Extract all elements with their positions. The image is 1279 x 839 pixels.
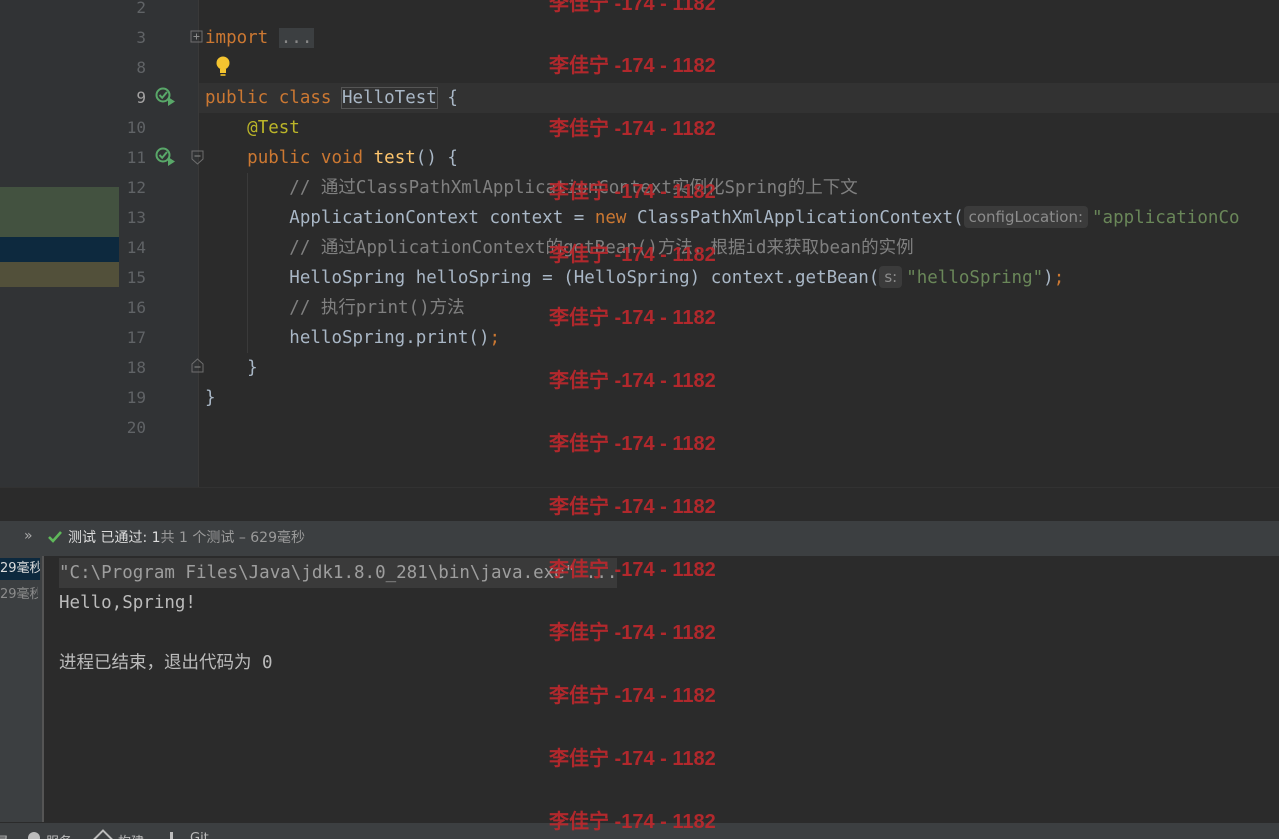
string-literal: "applicationCo: [1092, 208, 1240, 228]
gutter-separator: [198, 0, 199, 487]
code-text: }: [247, 358, 258, 378]
watermark-text: 李佳宁 -174 - 1182: [549, 370, 716, 392]
code-line-3[interactable]: import ...: [205, 23, 315, 53]
check-icon: [48, 531, 62, 543]
panel-row-modified: [0, 262, 119, 287]
semicolon: ;: [489, 328, 501, 348]
line-number: 11: [126, 148, 146, 167]
fold-collapse-icon[interactable]: [191, 150, 205, 166]
keyword: class: [278, 88, 332, 108]
class-name: HelloTest: [341, 87, 438, 109]
line-number: 16: [126, 298, 146, 317]
code-text: ClassPathXmlApplicationContext(: [626, 208, 964, 228]
code-line-19[interactable]: }: [205, 383, 216, 413]
console-line: 进程已结束，退出代码为 0: [59, 653, 273, 673]
line-number: 17: [126, 328, 146, 347]
watermark-text: 李佳宁 -174 - 1182: [549, 55, 716, 77]
watermark-text: 李佳宁 -174 - 1182: [549, 433, 716, 455]
code-text: {: [436, 88, 458, 108]
watermark-text: 李佳宁 -174 - 1182: [549, 496, 716, 518]
watermark-text: 李佳宁 -174 - 1182: [549, 685, 716, 707]
line-number: 8: [136, 58, 146, 77]
folded-imports[interactable]: ...: [278, 28, 315, 48]
passed-count: 1: [151, 530, 161, 546]
line-number: 2: [136, 0, 146, 17]
keyword: import: [205, 28, 269, 48]
line-number: 13: [126, 208, 146, 227]
run-test-method-icon[interactable]: [155, 147, 177, 167]
keyword: public: [205, 88, 269, 108]
keyword: void: [320, 148, 364, 168]
line-number: 14: [126, 238, 146, 257]
line-number: 19: [126, 388, 146, 407]
watermark-text: 李佳宁 -174 - 1182: [549, 118, 716, 140]
line-number: 15: [126, 268, 146, 287]
annotation: @Test: [247, 118, 300, 138]
code-text: ): [1043, 268, 1054, 288]
lightbulb-icon[interactable]: [214, 55, 232, 77]
line-number: 12: [126, 178, 146, 197]
fold-end-icon[interactable]: [191, 358, 205, 374]
duration-text: – 629毫秒: [238, 530, 305, 546]
watermark-text: 李佳宁 -174 - 1182: [549, 307, 716, 329]
panel-row-selected[interactable]: [0, 237, 119, 262]
watermark-text: 李佳宁 -174 - 1182: [549, 748, 716, 770]
run-test-class-icon[interactable]: [155, 87, 177, 107]
line-number: 9: [136, 88, 146, 107]
passed-label: 已通过:: [100, 530, 148, 546]
code-line-13[interactable]: ApplicationContext context = new ClassPa…: [205, 203, 1240, 233]
watermark-text: 李佳宁 -174 - 1182: [549, 0, 716, 15]
code-line-15[interactable]: HelloSpring helloSpring = (HelloSpring) …: [205, 263, 1064, 293]
code-line-17[interactable]: helloSpring.print();: [205, 323, 500, 353]
panel-row-highlight: [0, 187, 119, 237]
code-line-18[interactable]: }: [205, 353, 258, 383]
watermark-text: 李佳宁 -174 - 1182: [549, 559, 716, 581]
semicolon: ;: [1053, 268, 1065, 288]
status-label: 测试: [68, 530, 96, 546]
watermark-text: 李佳宁 -174 - 1182: [549, 622, 716, 644]
code-line-16[interactable]: // 执行print()方法: [205, 293, 465, 323]
console-line: Hello,Spring!: [59, 593, 196, 613]
code-line-12[interactable]: // 通过ClassPathXmlApplicationContext实例化Sp…: [205, 173, 857, 203]
console-command-line[interactable]: "C:\Program Files\Java\jdk1.8.0_281\bin\…: [59, 558, 618, 588]
watermark-text: 李佳宁 -174 - 1182: [549, 181, 716, 203]
fold-expand-icon[interactable]: [190, 30, 204, 44]
more-tools-button[interactable]: »: [24, 528, 33, 544]
watermark-text: 李佳宁 -174 - 1182: [549, 244, 716, 266]
code-text: }: [205, 388, 216, 408]
watermark-text: 李佳宁 -174 - 1182: [549, 811, 716, 833]
parameter-hint: s:: [879, 266, 903, 288]
method-name: test: [373, 148, 416, 168]
keyword: new: [594, 208, 627, 228]
code-line-9[interactable]: public class HelloTest {: [205, 83, 458, 113]
code-text: () {: [415, 148, 458, 168]
code-text: HelloSpring helloSpring = (HelloSpring) …: [289, 268, 880, 288]
test-tree-row[interactable]: 29毫秒: [0, 558, 40, 580]
comment: // 执行print()方法: [289, 298, 465, 318]
parameter-hint: configLocation:: [963, 206, 1089, 228]
line-number: 20: [126, 418, 146, 437]
code-line-10[interactable]: @Test: [205, 113, 300, 143]
code-text: helloSpring.print(): [289, 328, 490, 348]
project-panel-edge: [0, 0, 119, 487]
total-text: 共 1 个测试: [160, 530, 235, 546]
test-duration: 29毫秒: [0, 561, 40, 576]
code-text: ApplicationContext context =: [289, 208, 595, 228]
line-number: 3: [136, 28, 146, 47]
test-duration: 29毫秒: [0, 587, 38, 602]
test-tree: 29毫秒 29毫秒: [0, 556, 44, 822]
code-line-11[interactable]: public void test() {: [205, 143, 458, 173]
test-tree-row[interactable]: 29毫秒: [0, 584, 38, 606]
line-number: 18: [126, 358, 146, 377]
line-number: 10: [126, 118, 146, 137]
keyword: public: [247, 148, 311, 168]
string-literal: "helloSpring": [906, 268, 1044, 288]
run-toolbar: » 测试 已通过: 1共 1 个测试 – 629毫秒: [0, 521, 1279, 557]
test-status-summary: 测试 已通过: 1共 1 个测试 – 629毫秒: [68, 529, 305, 547]
